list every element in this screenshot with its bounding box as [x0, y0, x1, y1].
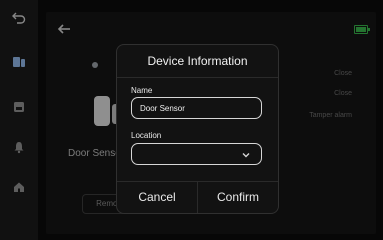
name-value: Door Sensor [140, 103, 185, 113]
confirm-button[interactable]: Confirm [198, 181, 278, 213]
name-label: Name [131, 86, 153, 95]
device-information-dialog: Device Information Name Door Sensor Loca… [116, 44, 279, 214]
location-select[interactable] [131, 143, 262, 165]
name-input[interactable]: Door Sensor [131, 97, 262, 119]
dialog-title: Device Information [117, 45, 278, 78]
cancel-button[interactable]: Cancel [117, 181, 197, 213]
chevron-down-icon [241, 150, 251, 160]
location-label: Location [131, 131, 162, 140]
